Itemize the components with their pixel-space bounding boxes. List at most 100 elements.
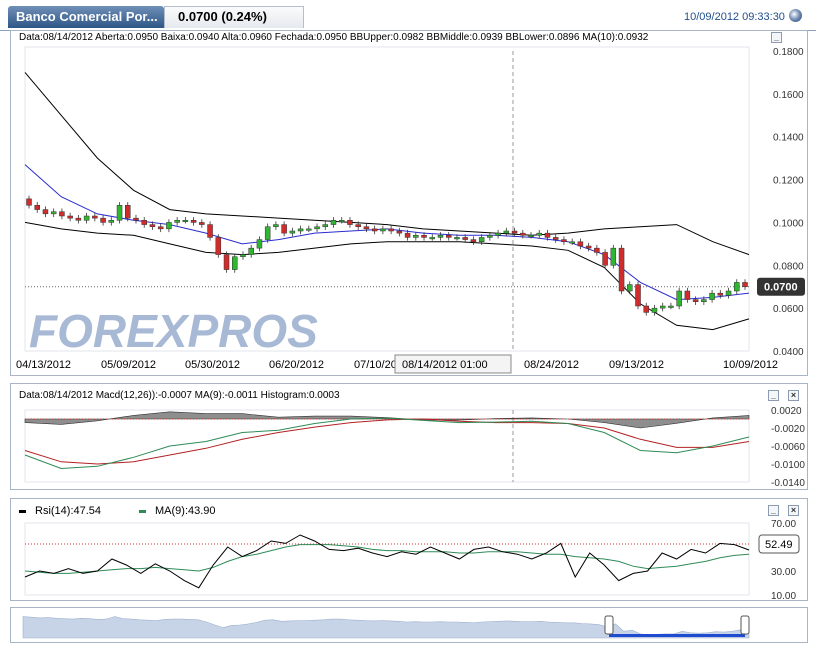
- navigator-left-handle: [604, 615, 614, 635]
- x-tick-label: 04/13/2012: [16, 359, 71, 371]
- candle-body: [528, 235, 534, 238]
- candle-body: [166, 222, 172, 230]
- x-tick-label: 06/20/2012: [269, 359, 324, 371]
- y-tick-label: 0.1400: [773, 133, 804, 144]
- candle-body: [470, 239, 477, 242]
- y-tick-label: 0.1800: [773, 47, 804, 58]
- candle-body: [157, 226, 164, 230]
- candle-body: [602, 252, 608, 266]
- candle-body: [421, 235, 427, 238]
- rsi-close-button[interactable]: ×: [788, 505, 799, 516]
- candle-body: [59, 211, 65, 217]
- candle-body: [676, 290, 682, 307]
- candle-body: [322, 224, 329, 227]
- candle-body: [388, 228, 394, 232]
- candle-body: [355, 224, 361, 227]
- candle-body: [248, 247, 254, 255]
- candle-body: [520, 232, 526, 236]
- candle-body: [264, 226, 271, 240]
- candle-body: [561, 239, 567, 242]
- candle-body: [684, 290, 691, 300]
- y-tick-label: 0.1000: [773, 218, 804, 229]
- refresh-radio-icon[interactable]: [789, 9, 802, 22]
- candle-body: [478, 237, 485, 242]
- candle-body: [659, 305, 666, 309]
- candle-body: [363, 226, 370, 230]
- rsi-chart[interactable]: 70.00 30.00 10.00 52.49: [11, 517, 807, 601]
- navigator-right-handle: [740, 615, 750, 635]
- candle-body: [734, 282, 740, 292]
- last-update-time: 10/09/2012 09:33:30: [684, 11, 785, 23]
- candle-body: [371, 228, 378, 232]
- candle-body: [503, 230, 510, 234]
- candle-body: [347, 220, 353, 225]
- macd-close-button[interactable]: ×: [788, 390, 799, 401]
- macd-chart[interactable]: 0.0020 -0.0020 -0.0060 -0.0100 -0.0140: [11, 404, 807, 490]
- candle-body: [141, 220, 147, 225]
- candle-body: [668, 305, 674, 308]
- rsi-legend-swatch: [19, 510, 26, 513]
- candle-body: [437, 235, 444, 238]
- candle-body: [297, 228, 304, 232]
- macd-y-tick-label: -0.0140: [771, 478, 805, 489]
- candle-body: [610, 247, 617, 266]
- rsi-ma-legend: MA(9):43.90: [155, 505, 216, 517]
- main-chart-minimize-button[interactable]: _: [771, 32, 782, 43]
- candle-body: [717, 292, 724, 296]
- main-chart-panel: Data:08/14/2012 Aberta:0.0950 Baixa:0.09…: [10, 30, 808, 376]
- candle-body: [577, 241, 584, 247]
- candle-body: [92, 215, 98, 219]
- candle-body: [511, 230, 518, 234]
- candle-body: [199, 222, 205, 225]
- candle-body: [215, 237, 222, 255]
- y-tick-label: 0.1200: [773, 176, 804, 187]
- candle-body: [116, 205, 123, 221]
- macd-panel: Data:08/14/2012 Macd(12,26)):-0.0007 MA(…: [10, 383, 808, 490]
- candle-body: [223, 254, 230, 270]
- candle-body: [42, 209, 49, 215]
- rsi-plot-area: [24, 522, 750, 596]
- candle-body: [618, 247, 625, 292]
- candle-body: [26, 198, 32, 206]
- candle-body: [643, 305, 649, 313]
- x-tick-label: 10/09/2012: [723, 359, 778, 371]
- candle-body: [34, 205, 40, 210]
- x-tick-label: 05/30/2012: [185, 359, 240, 371]
- candle-body: [742, 282, 748, 287]
- candle-body: [207, 224, 213, 238]
- candle-body: [627, 284, 633, 292]
- candle-body: [454, 237, 460, 240]
- price-chart[interactable]: FOREXPROS 0.1800 0.1600 0.1400 0.1200 0.1000 0…: [11, 45, 807, 375]
- navigator-selection: [609, 634, 745, 637]
- macd-y-tick-label: -0.0100: [771, 460, 805, 471]
- instrument-tab[interactable]: Banco Comercial Por...: [8, 6, 164, 28]
- rsi-legend: Rsi(14):47.54: [35, 505, 102, 517]
- candle-body: [429, 237, 436, 240]
- candle-body: [413, 235, 419, 238]
- candle-body: [594, 247, 600, 253]
- rsi-minimize-button[interactable]: _: [768, 505, 779, 516]
- x-tick-label: 05/09/2012: [101, 359, 156, 371]
- macd-minimize-button[interactable]: _: [768, 390, 779, 401]
- rsi-y-tick-label: 70.00: [771, 519, 796, 530]
- main-chart-info: Data:08/14/2012 Aberta:0.0950 Baixa:0.09…: [19, 32, 649, 43]
- candle-body: [445, 235, 452, 238]
- macd-y-tick-label: -0.0020: [771, 424, 805, 435]
- y-tick-label: 0.1600: [773, 90, 804, 101]
- candle-body: [709, 292, 715, 300]
- candle-body: [149, 224, 156, 227]
- candle-body: [585, 245, 592, 249]
- macd-y-tick-label: 0.0020: [771, 406, 802, 417]
- candle-body: [190, 220, 197, 223]
- macd-info: Data:08/14/2012 Macd(12,26)):-0.0007 MA(…: [19, 390, 340, 401]
- candle-body: [67, 215, 73, 219]
- candle-body: [125, 205, 131, 219]
- candle-body: [174, 220, 180, 223]
- y-tick-label: 0.0600: [773, 304, 804, 315]
- candle-body: [701, 299, 707, 302]
- candle-body: [75, 217, 82, 221]
- candle-body: [544, 232, 551, 238]
- navigator-chart[interactable]: [11, 608, 807, 642]
- x-tick-label: 08/24/2012: [524, 359, 579, 371]
- candle-body: [536, 232, 543, 236]
